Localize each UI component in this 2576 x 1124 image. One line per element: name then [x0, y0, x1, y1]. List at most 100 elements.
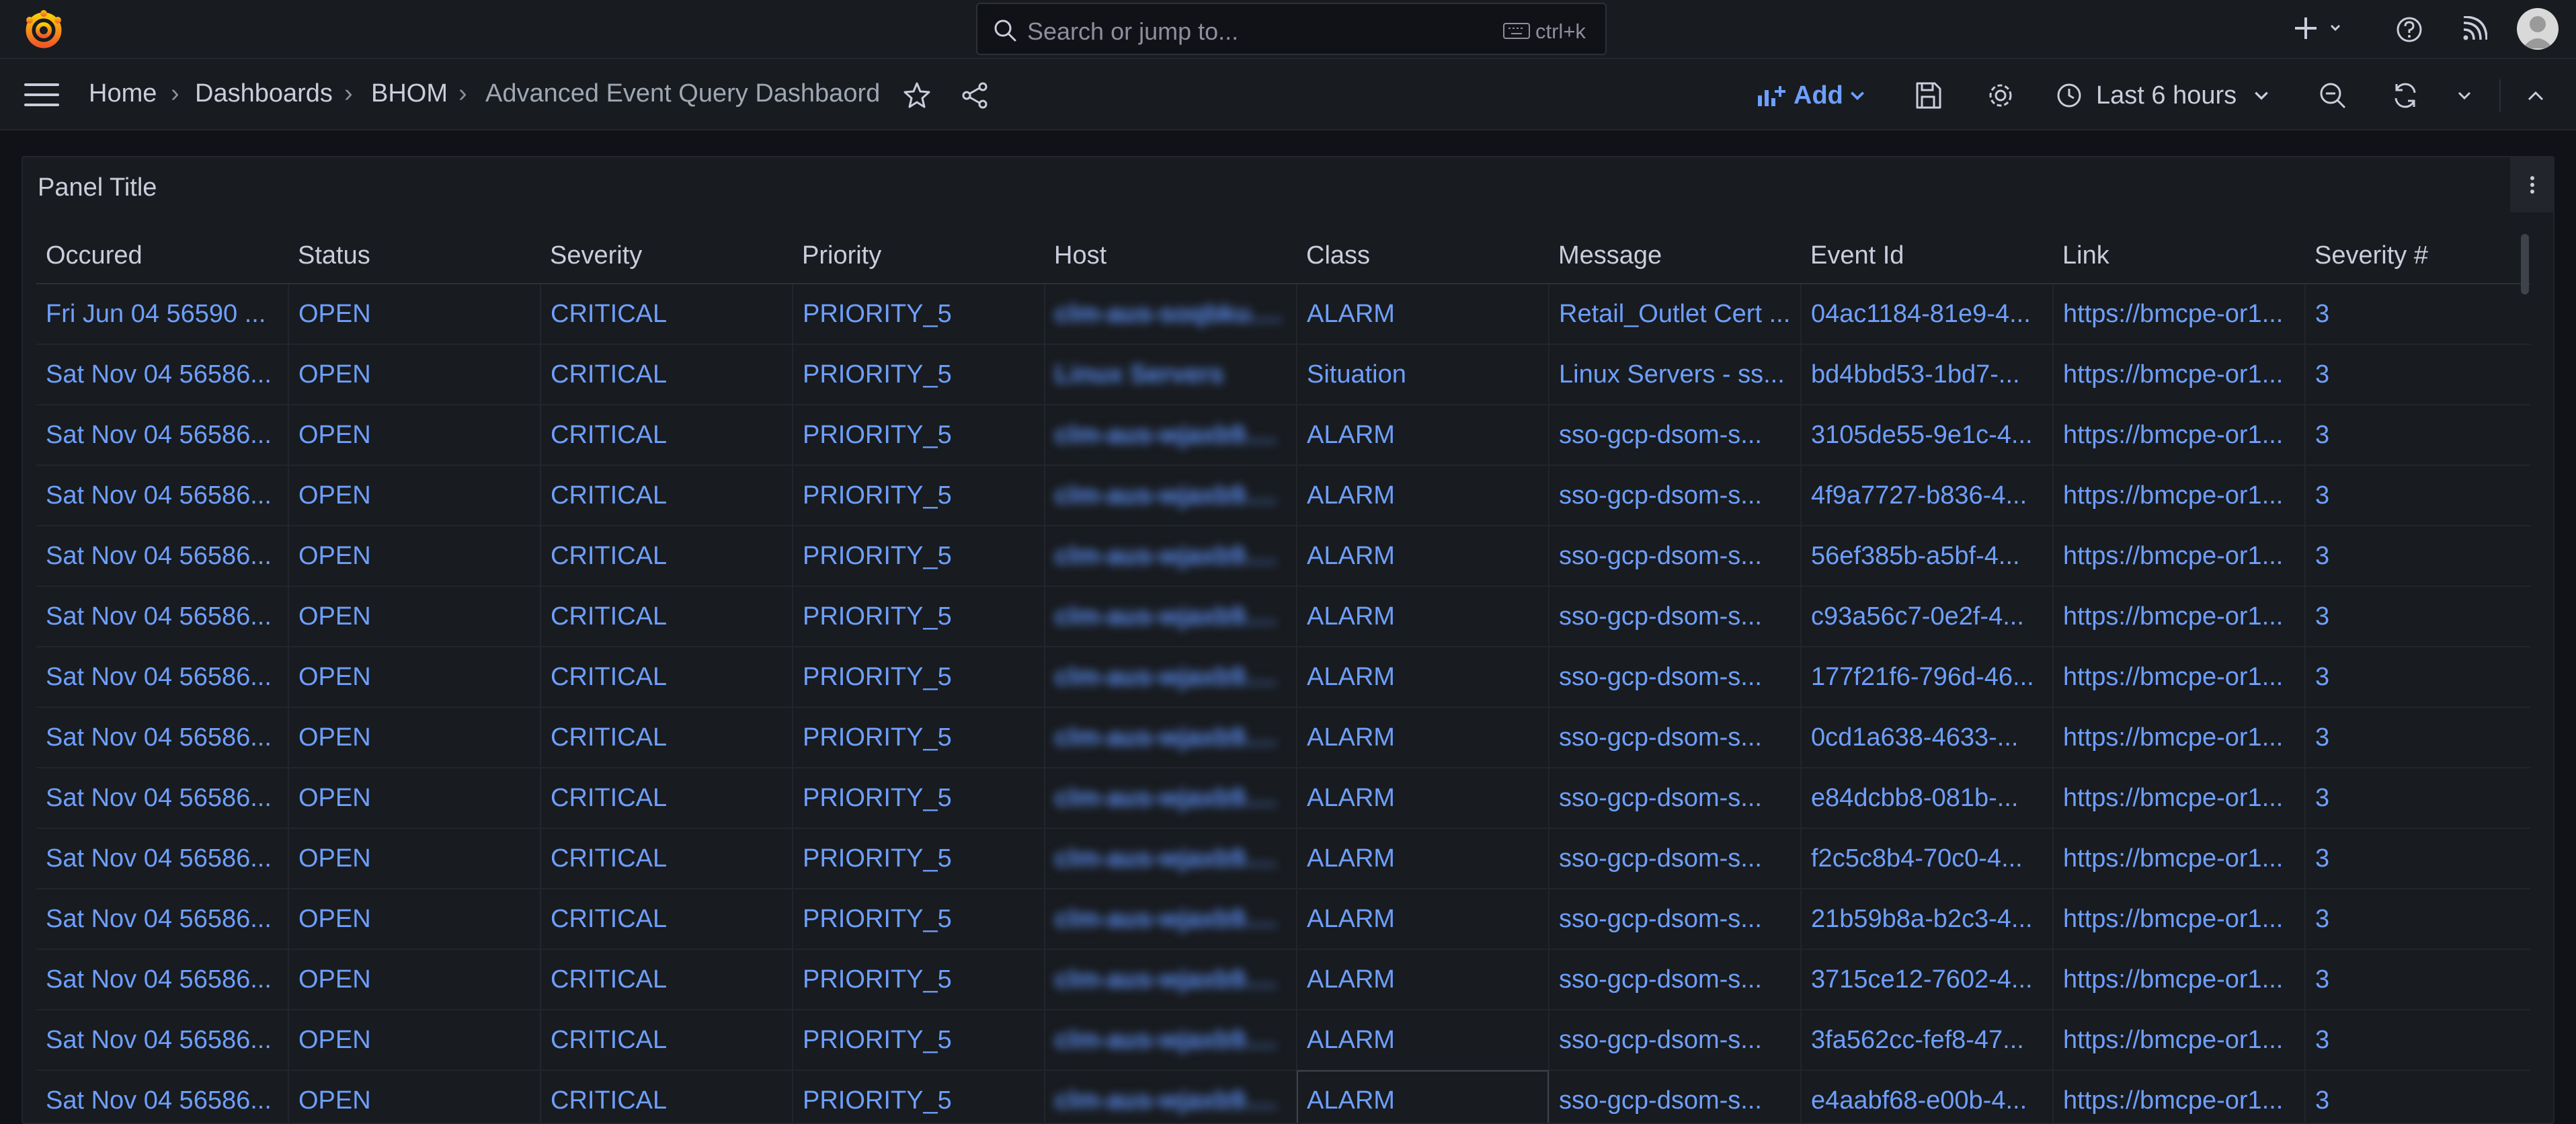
cell-occured[interactable]: Sat Nov 04 56586... [36, 768, 289, 829]
table-row[interactable]: Sat Nov 04 56586... OPEN CRITICAL PRIORITY_… [36, 1010, 2530, 1071]
help-icon[interactable] [2396, 16, 2423, 43]
cell-severity[interactable]: CRITICAL [540, 1070, 793, 1123]
cell-severity[interactable]: CRITICAL [540, 586, 793, 647]
cell-severity[interactable]: CRITICAL [540, 889, 793, 950]
cell-status[interactable]: OPEN [288, 1010, 541, 1071]
cell-link[interactable]: https://bmcpe-or1... [2053, 1010, 2306, 1071]
cell-event-id[interactable]: 3105de55-9e1c-4... [1801, 405, 2054, 466]
cell-link[interactable]: https://bmcpe-or1... [2053, 405, 2306, 466]
table-row[interactable]: Fri Jun 04 56590 ... OPEN CRITICAL PRIORITY… [36, 284, 2530, 345]
cell-severity[interactable]: CRITICAL [540, 707, 793, 768]
cell-class[interactable]: ALARM [1297, 949, 1549, 1010]
cell-host[interactable]: clm-aus-wjaxb9.b... [1045, 707, 1297, 768]
column-header-class[interactable]: Class [1297, 229, 1549, 284]
cell-message[interactable]: sso-gcp-dsom-s... [1549, 949, 1802, 1010]
add-button[interactable]: Add [1756, 77, 1866, 114]
cell-message[interactable]: sso-gcp-dsom-s... [1549, 707, 1802, 768]
cell-occured[interactable]: Fri Jun 04 56590 ... [36, 284, 289, 345]
cell-priority[interactable]: PRIORITY_5 [793, 889, 1045, 950]
cell-severity-number[interactable]: 3 [2305, 647, 2530, 708]
cell-status[interactable]: OPEN [288, 586, 541, 647]
cell-link[interactable]: https://bmcpe-or1... [2053, 284, 2306, 345]
cell-severity[interactable]: CRITICAL [540, 828, 793, 889]
cell-severity-number[interactable]: 3 [2305, 707, 2530, 768]
cell-priority[interactable]: PRIORITY_5 [793, 949, 1045, 1010]
cell-severity-number[interactable]: 3 [2305, 1070, 2530, 1123]
cell-occured[interactable]: Sat Nov 04 56586... [36, 1070, 289, 1123]
cell-class[interactable]: ALARM [1297, 707, 1549, 768]
cell-occured[interactable]: Sat Nov 04 56586... [36, 465, 289, 526]
cell-occured[interactable]: Sat Nov 04 56586... [36, 889, 289, 950]
cell-event-id[interactable]: f2c5c8b4-70c0-4... [1801, 828, 2054, 889]
cell-link[interactable]: https://bmcpe-or1... [2053, 647, 2306, 708]
cell-host[interactable]: clm-aus-wjaxb9.b... [1045, 768, 1297, 829]
cell-severity-number[interactable]: 3 [2305, 586, 2530, 647]
news-feed-icon[interactable] [2460, 16, 2487, 43]
cell-status[interactable]: OPEN [288, 1070, 541, 1123]
cell-priority[interactable]: PRIORITY_5 [793, 284, 1045, 345]
cell-host[interactable]: clm-aus-wjaxb9.b... [1045, 465, 1297, 526]
table-row[interactable]: Sat Nov 04 56586... OPEN CRITICAL PRIORITY_… [36, 344, 2530, 405]
cell-event-id[interactable]: 4f9a7727-b836-4... [1801, 465, 2054, 526]
cell-host[interactable]: clm-aus-wjaxb9.b... [1045, 1010, 1297, 1071]
cell-class[interactable]: ALARM [1297, 526, 1549, 587]
table-row[interactable]: Sat Nov 04 56586... OPEN CRITICAL PRIORITY_… [36, 707, 2530, 768]
cell-message[interactable]: Linux Servers - ss... [1549, 344, 1802, 405]
cell-status[interactable]: OPEN [288, 768, 541, 829]
cell-occured[interactable]: Sat Nov 04 56586... [36, 949, 289, 1010]
cell-class[interactable]: ALARM [1297, 284, 1549, 345]
column-header-status[interactable]: Status [288, 229, 540, 284]
cell-message[interactable]: sso-gcp-dsom-s... [1549, 1010, 1802, 1071]
cell-priority[interactable]: PRIORITY_5 [793, 1010, 1045, 1071]
cell-link[interactable]: https://bmcpe-or1... [2053, 889, 2306, 950]
cell-occured[interactable]: Sat Nov 04 56586... [36, 526, 289, 587]
cell-link[interactable]: https://bmcpe-or1... [2053, 465, 2306, 526]
cell-status[interactable]: OPEN [288, 344, 541, 405]
cell-event-id[interactable]: e84dcbb8-081b-... [1801, 768, 2054, 829]
cell-status[interactable]: OPEN [288, 828, 541, 889]
settings-gear-icon[interactable] [1986, 81, 2015, 110]
cell-severity-number[interactable]: 3 [2305, 828, 2530, 889]
cell-host[interactable]: clm-aus-wjaxb9.b... [1045, 405, 1297, 466]
cell-occured[interactable]: Sat Nov 04 56586... [36, 586, 289, 647]
column-header-severity[interactable]: Severity [540, 229, 793, 284]
cell-severity-number[interactable]: 3 [2305, 465, 2530, 526]
cell-message[interactable]: sso-gcp-dsom-s... [1549, 828, 1802, 889]
cell-host[interactable]: clm-aus-soqbku.b... [1045, 284, 1297, 345]
cell-message[interactable]: sso-gcp-dsom-s... [1549, 586, 1802, 647]
chevron-up-icon[interactable] [2521, 81, 2550, 110]
cell-event-id[interactable]: 04ac1184-81e9-4... [1801, 284, 2054, 345]
cell-severity[interactable]: CRITICAL [540, 647, 793, 708]
cell-link[interactable]: https://bmcpe-or1... [2053, 1070, 2306, 1123]
cell-occured[interactable]: Sat Nov 04 56586... [36, 707, 289, 768]
cell-class[interactable]: ALARM [1297, 1010, 1549, 1071]
cell-severity[interactable]: CRITICAL [540, 1010, 793, 1071]
cell-status[interactable]: OPEN [288, 526, 541, 587]
search-bar[interactable]: Search or jump to... ctrl+k [976, 3, 1607, 55]
cell-host[interactable]: clm-aus-wjaxb9.b... [1045, 526, 1297, 587]
cell-priority[interactable]: PRIORITY_5 [793, 344, 1045, 405]
cell-class[interactable]: ALARM [1297, 405, 1549, 466]
refresh-interval-chevron-icon[interactable] [2450, 81, 2479, 110]
cell-priority[interactable]: PRIORITY_5 [793, 465, 1045, 526]
cell-severity-number[interactable]: 3 [2305, 344, 2530, 405]
cell-message[interactable]: sso-gcp-dsom-s... [1549, 526, 1802, 587]
new-menu-button[interactable] [2291, 9, 2351, 50]
column-header-link[interactable]: Link [2053, 229, 2305, 284]
cell-severity-number[interactable]: 3 [2305, 1010, 2530, 1071]
cell-event-id[interactable]: bd4bbd53-1bd7-... [1801, 344, 2054, 405]
cell-host[interactable]: clm-aus-wjaxb9.b... [1045, 949, 1297, 1010]
table-row[interactable]: Sat Nov 04 56586... OPEN CRITICAL PRIORITY_… [36, 889, 2530, 950]
cell-class[interactable]: ALARM [1297, 586, 1549, 647]
zoom-out-icon[interactable] [2318, 81, 2347, 110]
column-header-priority[interactable]: Priority [793, 229, 1045, 284]
cell-status[interactable]: OPEN [288, 949, 541, 1010]
cell-link[interactable]: https://bmcpe-or1... [2053, 344, 2306, 405]
cell-severity-number[interactable]: 3 [2305, 768, 2530, 829]
cell-message[interactable]: sso-gcp-dsom-s... [1549, 465, 1802, 526]
refresh-icon[interactable] [2390, 81, 2420, 110]
cell-severity[interactable]: CRITICAL [540, 949, 793, 1010]
user-avatar[interactable] [2517, 8, 2559, 50]
cell-class[interactable]: ALARM [1297, 647, 1549, 708]
cell-severity-number[interactable]: 3 [2305, 526, 2530, 587]
